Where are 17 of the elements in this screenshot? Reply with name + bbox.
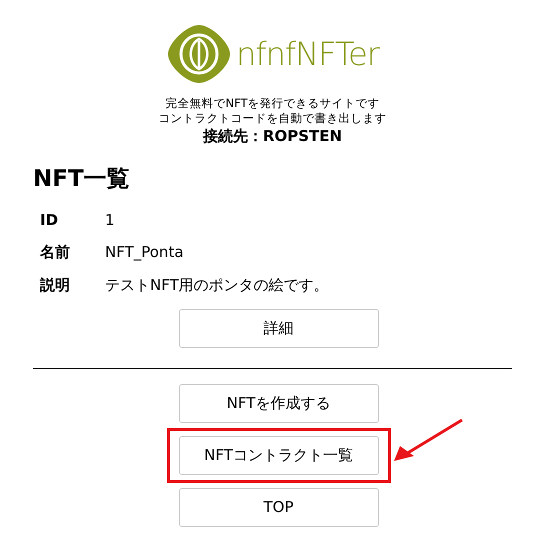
detail-value: テストNFT用のポンタの絵です。 [105,274,329,296]
logo-text: nfnfNFTer [236,38,379,70]
page-heading: NFT一覧 [33,166,131,194]
detail-label: ID [39,210,60,231]
nav-button[interactable]: NFTコントラクト一覧 [178,436,378,476]
detail-label: 名前 [38,242,71,264]
tagline: コントラクトコードを自動で書き出します [158,111,386,126]
detail-button[interactable]: 詳細 [178,309,378,348]
detail-value: 1 [105,210,115,231]
nav-button[interactable]: NFTを作成する [178,384,378,424]
logo-icon [166,23,232,85]
detail-label: 説明 [38,274,71,296]
tagline: 完全無料でNFTを発行できるサイトです [165,96,380,111]
network-label: 接続先：ROPSTEN [202,126,342,146]
arrow-icon [392,418,464,462]
nav-button[interactable]: TOP [178,488,378,528]
detail-value: NFT_Ponta [105,242,184,264]
